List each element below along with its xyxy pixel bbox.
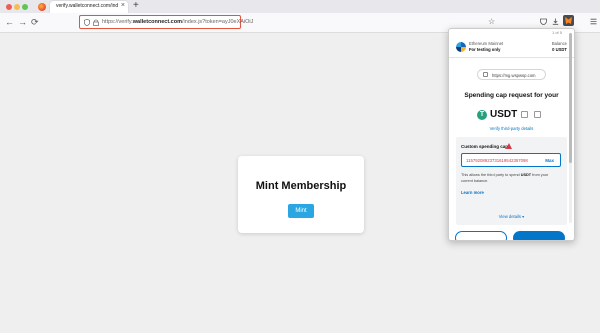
url-domain: walletconnect.com xyxy=(132,19,182,25)
custom-spending-cap-section: Custom spending cap 11579208923731619542… xyxy=(456,137,567,225)
metamask-popup: 1 of 5 Ethereum Mainnet For testing only… xyxy=(448,28,575,241)
external-link-icon[interactable] xyxy=(534,111,541,118)
minimize-window-button[interactable] xyxy=(14,4,20,10)
menu-icon[interactable] xyxy=(590,18,597,25)
tab-bar: verify.walletconnect.com/index.js?t × + xyxy=(0,0,600,13)
next-button[interactable] xyxy=(513,231,565,240)
spending-cap-value: 11579208923731619542357098 xyxy=(466,158,528,163)
shield-icon[interactable] xyxy=(84,19,90,26)
origin-pill: https://mg.wspwsp.com xyxy=(477,69,546,80)
usdt-token-icon xyxy=(477,110,487,120)
cap-desc-prefix: This allows the third party to spend xyxy=(461,173,520,177)
reload-button[interactable]: ⟳ xyxy=(31,17,39,27)
token-name: USDT xyxy=(490,109,518,120)
balance-label: Balance xyxy=(551,41,567,46)
copy-icon[interactable] xyxy=(521,111,528,118)
pocket-icon[interactable] xyxy=(540,18,547,25)
bookmark-star-icon[interactable]: ☆ xyxy=(488,17,495,27)
request-pager[interactable]: 1 of 5 xyxy=(552,30,562,35)
spending-cap-input[interactable]: 11579208923731619542357098 Max xyxy=(461,153,561,167)
maximize-window-button[interactable] xyxy=(22,4,28,10)
back-button[interactable]: ← xyxy=(5,17,14,27)
reject-button[interactable] xyxy=(455,231,507,240)
url-bar[interactable]: https://verify.walletconnect.com/index.j… xyxy=(79,15,253,29)
cap-desc-token: USDT xyxy=(520,173,532,177)
page-title: Mint Membership xyxy=(255,180,347,192)
account-name: For testing only xyxy=(469,47,501,52)
site-icon xyxy=(483,72,488,77)
token-row: USDT xyxy=(477,109,557,121)
close-window-button[interactable] xyxy=(6,4,12,10)
account-header: Ethereum Mainnet For testing only Balanc… xyxy=(454,40,567,54)
new-tab-button[interactable]: + xyxy=(133,0,139,12)
tab-verify-walletconnect[interactable]: verify.walletconnect.com/index.js?t × xyxy=(50,1,128,13)
mint-button[interactable]: Mint xyxy=(288,204,314,218)
scroll-thumb[interactable] xyxy=(569,33,572,163)
tab-close-icon[interactable]: × xyxy=(121,2,125,10)
mint-card: Mint Membership Mint xyxy=(238,156,364,233)
url-prefix: https://verify. xyxy=(102,19,133,25)
tab-title: verify.walletconnect.com/index.js?t xyxy=(56,3,118,9)
firefox-tab-icon[interactable] xyxy=(38,3,46,11)
max-button[interactable]: Max xyxy=(545,158,554,163)
url-path: /index.js?token=ayJ0eXAiOiJ xyxy=(182,19,254,25)
cap-label: Custom spending cap xyxy=(461,144,509,149)
download-icon[interactable] xyxy=(552,18,559,25)
url-text: https://verify.walletconnect.com/index.j… xyxy=(102,19,253,25)
header-divider xyxy=(449,57,574,58)
account-avatar xyxy=(456,42,466,52)
origin-url: https://mg.wspwsp.com xyxy=(492,72,536,78)
network-name[interactable]: Ethereum Mainnet xyxy=(469,41,503,46)
spending-cap-heading: Spending cap request for your xyxy=(464,92,559,99)
view-details-link[interactable]: View details ▾ xyxy=(449,214,574,219)
forward-button[interactable]: → xyxy=(18,17,27,27)
verify-third-party-link[interactable]: Verify third-party details xyxy=(449,126,574,131)
lock-icon[interactable] xyxy=(93,19,99,26)
popup-scrollbar[interactable] xyxy=(569,33,572,223)
balance-value: 0 USDT xyxy=(552,47,567,52)
learn-more-link[interactable]: Learn more xyxy=(461,190,484,195)
metamask-icon[interactable] xyxy=(563,15,574,26)
cap-description: This allows the third party to spend USD… xyxy=(461,172,559,184)
